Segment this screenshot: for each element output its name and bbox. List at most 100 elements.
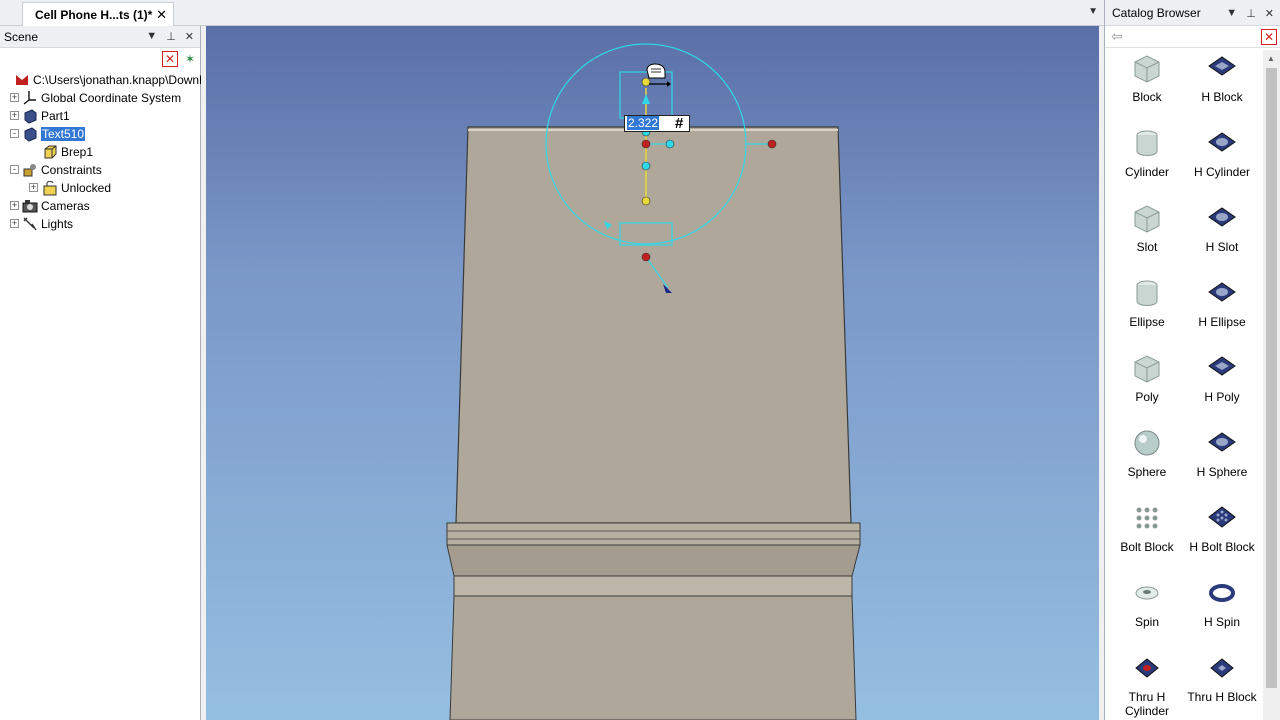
catalog-item-label: H Poly bbox=[1204, 390, 1240, 404]
3d-viewport[interactable]: 2.322 # bbox=[206, 26, 1099, 720]
cylinder-icon bbox=[1129, 125, 1165, 161]
part-icon bbox=[22, 108, 38, 124]
panel-menu-dropdown-icon[interactable]: ▼ bbox=[1226, 7, 1237, 20]
tree-item-cameras[interactable]: Cameras bbox=[22, 197, 90, 215]
catalog-item-label: Spin bbox=[1134, 615, 1160, 629]
tree-item-label: Cameras bbox=[41, 199, 90, 213]
catalog-item-thru-h-cylinder[interactable]: Thru H Cylinder bbox=[1109, 650, 1185, 718]
scrollbar-thumb[interactable] bbox=[1266, 68, 1277, 688]
dimension-hash-icon[interactable]: # bbox=[675, 115, 683, 132]
catalog-item-poly[interactable]: Poly bbox=[1109, 350, 1185, 404]
tree-item-label: Brep1 bbox=[61, 145, 94, 159]
expand-icon[interactable]: + bbox=[10, 219, 19, 228]
tree-item-brep1[interactable]: Brep1 bbox=[42, 143, 93, 161]
catalog-item-h-slot[interactable]: H Slot bbox=[1184, 200, 1260, 254]
tree-item-label: Lights bbox=[41, 217, 74, 231]
catalog-item-sphere[interactable]: Sphere bbox=[1109, 425, 1185, 479]
catalog-browser-panel: Catalog Browser ▼ ⊥ ✕ ⇦ ✕ Block H Block Cy… bbox=[1104, 0, 1280, 720]
h-bolt-block-icon bbox=[1204, 500, 1240, 536]
model-body bbox=[455, 126, 852, 524]
catalog-item-h-cylinder[interactable]: H Cylinder bbox=[1184, 125, 1260, 179]
expand-icon[interactable]: + bbox=[10, 111, 19, 120]
catalog-grid: Block H Block Cylinder H Cylinder Slot H Slot… bbox=[1105, 50, 1263, 720]
slot-icon bbox=[1129, 200, 1165, 236]
tree-item-c-users-jonathan-knapp-downl[interactable]: C:\Users\jonathan.knapp\Downl bbox=[14, 71, 202, 89]
catalog-item-label: Thru H Cylinder bbox=[1124, 690, 1169, 718]
tree-item-global-coordinate-system[interactable]: Global Coordinate System bbox=[22, 89, 181, 107]
expand-icon[interactable]: + bbox=[10, 201, 19, 210]
catalog-item-h-spin[interactable]: H Spin bbox=[1184, 575, 1260, 629]
collapse-icon[interactable]: - bbox=[10, 129, 19, 138]
catalog-title: Catalog Browser bbox=[1112, 5, 1201, 20]
catalog-item-block[interactable]: Block bbox=[1109, 50, 1185, 104]
document-tab-title: Cell Phone H...ts (1)* bbox=[35, 7, 153, 22]
scroll-up-icon[interactable]: ▲ bbox=[1267, 54, 1275, 63]
tree-item-unlocked[interactable]: Unlocked bbox=[42, 179, 111, 197]
tree-item-label: Part1 bbox=[41, 109, 70, 123]
catalog-header: Catalog Browser ▼ ⊥ ✕ bbox=[1105, 0, 1280, 26]
close-tab-icon[interactable]: ✕ bbox=[156, 7, 167, 23]
close-catalog-icon[interactable]: ✕ bbox=[1261, 29, 1277, 45]
spin-icon bbox=[1129, 575, 1165, 611]
brep-cube-icon bbox=[42, 144, 58, 160]
ellipse-icon bbox=[1129, 275, 1165, 311]
document-tab-bar: Cell Phone H...ts (1)* ✕ ▼ bbox=[0, 0, 1104, 26]
add-new-icon[interactable]: ✶ bbox=[182, 51, 198, 67]
tree-item-constraints[interactable]: Constraints bbox=[22, 161, 102, 179]
catalog-item-label: H Spin bbox=[1203, 615, 1241, 629]
expand-icon[interactable]: + bbox=[29, 183, 38, 192]
collapse-icon[interactable]: - bbox=[10, 165, 19, 174]
catalog-item-label: Ellipse bbox=[1129, 315, 1165, 329]
close-panel-icon[interactable]: ✕ bbox=[1265, 7, 1274, 20]
catalog-item-label: H Sphere bbox=[1196, 465, 1248, 479]
catalog-item-label: H Cylinder bbox=[1193, 165, 1250, 179]
lock-icon bbox=[42, 180, 58, 196]
catalog-item-label: Slot bbox=[1136, 240, 1158, 254]
panel-menu-dropdown-icon[interactable]: ▼ bbox=[146, 30, 157, 43]
h-cylinder-icon bbox=[1204, 125, 1240, 161]
pin-icon[interactable]: ⊥ bbox=[166, 30, 176, 43]
expand-icon[interactable]: + bbox=[10, 93, 19, 102]
document-tab[interactable]: Cell Phone H...ts (1)* ✕ bbox=[22, 2, 174, 26]
catalog-item-h-ellipse[interactable]: H Ellipse bbox=[1184, 275, 1260, 329]
model-band bbox=[453, 575, 853, 597]
tree-item-lights[interactable]: Lights bbox=[22, 215, 73, 233]
h-block-icon bbox=[1204, 50, 1240, 86]
camera-icon bbox=[22, 198, 38, 214]
catalog-item-label: H Block bbox=[1201, 90, 1243, 104]
catalog-item-h-sphere[interactable]: H Sphere bbox=[1184, 425, 1260, 479]
catalog-item-h-poly[interactable]: H Poly bbox=[1184, 350, 1260, 404]
catalog-item-h-bolt-block[interactable]: H Bolt Block bbox=[1184, 500, 1260, 554]
tab-list-dropdown-icon[interactable]: ▼ bbox=[1088, 6, 1098, 17]
back-arrow-icon[interactable]: ⇦ bbox=[1111, 28, 1123, 45]
model-ledge bbox=[446, 522, 861, 546]
catalog-item-cylinder[interactable]: Cylinder bbox=[1109, 125, 1185, 179]
delete-icon[interactable]: ✕ bbox=[162, 51, 178, 67]
h-ellipse-icon bbox=[1204, 275, 1240, 311]
tree-item-label: C:\Users\jonathan.knapp\Downl bbox=[33, 73, 202, 87]
catalog-item-ellipse[interactable]: Ellipse bbox=[1109, 275, 1185, 329]
tree-item-text510[interactable]: Text510 bbox=[22, 125, 86, 143]
catalog-item-label: Thru H Block bbox=[1187, 690, 1257, 704]
h-poly-icon bbox=[1204, 350, 1240, 386]
thru-h-cylinder-icon bbox=[1129, 650, 1165, 686]
catalog-item-slot[interactable]: Slot bbox=[1109, 200, 1185, 254]
catalog-item-thru-h-block[interactable]: Thru H Block bbox=[1184, 650, 1260, 704]
sphere-icon bbox=[1129, 425, 1165, 461]
bolt-block-icon bbox=[1129, 500, 1165, 536]
thru-h-block-icon bbox=[1204, 650, 1240, 686]
scene-panel-title: Scene bbox=[4, 29, 39, 44]
h-spin-icon bbox=[1204, 575, 1240, 611]
pin-icon[interactable]: ⊥ bbox=[1246, 7, 1256, 20]
tree-item-label: Global Coordinate System bbox=[41, 91, 182, 105]
catalog-item-label: Bolt Block bbox=[1120, 540, 1174, 554]
catalog-item-spin[interactable]: Spin bbox=[1109, 575, 1185, 629]
catalog-item-h-block[interactable]: H Block bbox=[1184, 50, 1260, 104]
close-panel-icon[interactable]: ✕ bbox=[185, 30, 194, 43]
scene-root-icon bbox=[14, 72, 30, 88]
tree-item-part1[interactable]: Part1 bbox=[22, 107, 70, 125]
catalog-item-label: Sphere bbox=[1127, 465, 1167, 479]
part-icon bbox=[22, 126, 38, 142]
catalog-scrollbar[interactable]: ▲ bbox=[1263, 50, 1280, 720]
catalog-item-bolt-block[interactable]: Bolt Block bbox=[1109, 500, 1185, 554]
